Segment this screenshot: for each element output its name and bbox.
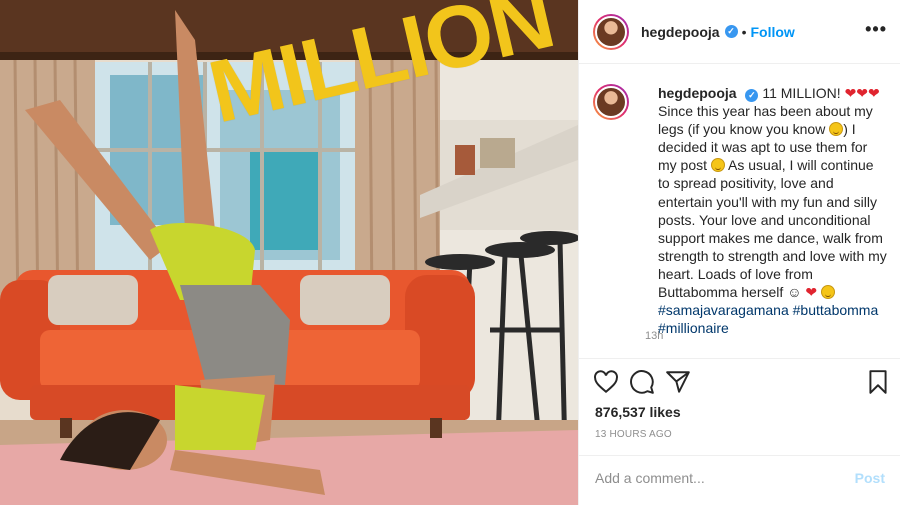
bookmark-icon[interactable] bbox=[865, 369, 891, 395]
caption-line: As usual, I will continue to spread posi… bbox=[658, 157, 887, 301]
verified-badge-icon: ✓ bbox=[745, 88, 759, 102]
grin-emoji-icon bbox=[821, 285, 835, 300]
like-count[interactable]: 876,537 likes bbox=[595, 404, 681, 420]
comment-icon[interactable] bbox=[629, 369, 655, 395]
smile-emoji-icon bbox=[829, 122, 844, 137]
comment-bar: Post bbox=[579, 455, 900, 499]
avatar[interactable] bbox=[593, 13, 629, 50]
comment-input[interactable] bbox=[595, 469, 855, 486]
post-sidebar: hegdepooja ✓ • Follow ••• hegdepooja ✓ 1… bbox=[578, 0, 900, 505]
heart-emoji-icon: ❤ bbox=[805, 284, 818, 301]
avatar-image bbox=[595, 86, 627, 118]
caption-username-link[interactable]: hegdepooja bbox=[658, 85, 737, 101]
follow-button[interactable]: Follow bbox=[750, 24, 794, 40]
caption-headline: 11 MILLION! bbox=[762, 85, 841, 101]
heart-emoji-icon: ❤❤❤ bbox=[844, 85, 880, 101]
username-link[interactable]: hegdepooja bbox=[641, 24, 720, 40]
hashtag-list: #samajavaragamana #buttabomma #millionai… bbox=[658, 301, 887, 337]
caption-text: hegdepooja ✓ 11 MILLION! ❤❤❤ Since this … bbox=[658, 84, 887, 337]
hashtag-link[interactable]: #buttabomma bbox=[793, 302, 879, 318]
laughing-emoji-icon bbox=[710, 158, 725, 173]
share-icon[interactable] bbox=[665, 369, 691, 395]
post-timestamp[interactable]: 13 HOURS AGO bbox=[595, 429, 672, 440]
caption-timestamp[interactable]: 13h bbox=[645, 330, 663, 342]
separator-dot: • bbox=[741, 23, 747, 40]
hashtag-link[interactable]: #millionaire bbox=[658, 320, 729, 336]
caption-avatar[interactable] bbox=[593, 84, 629, 120]
hashtag-link[interactable]: #samajavaragamana bbox=[658, 302, 789, 318]
action-icon-row bbox=[593, 369, 889, 395]
post-header: hegdepooja ✓ • Follow ••• bbox=[579, 0, 900, 64]
avatar-image bbox=[595, 15, 627, 48]
post-photo[interactable]: MILLION bbox=[0, 0, 578, 505]
post-actions: 876,537 likes 13 HOURS AGO Post bbox=[579, 358, 900, 498]
heart-icon[interactable] bbox=[593, 369, 619, 395]
post-comment-button[interactable]: Post bbox=[855, 470, 885, 486]
more-options-icon[interactable]: ••• bbox=[865, 20, 887, 38]
caption: hegdepooja ✓ 11 MILLION! ❤❤❤ Since this … bbox=[579, 84, 900, 337]
smiley-glyph: ☺ bbox=[787, 284, 802, 301]
verified-badge-icon: ✓ bbox=[724, 25, 738, 38]
